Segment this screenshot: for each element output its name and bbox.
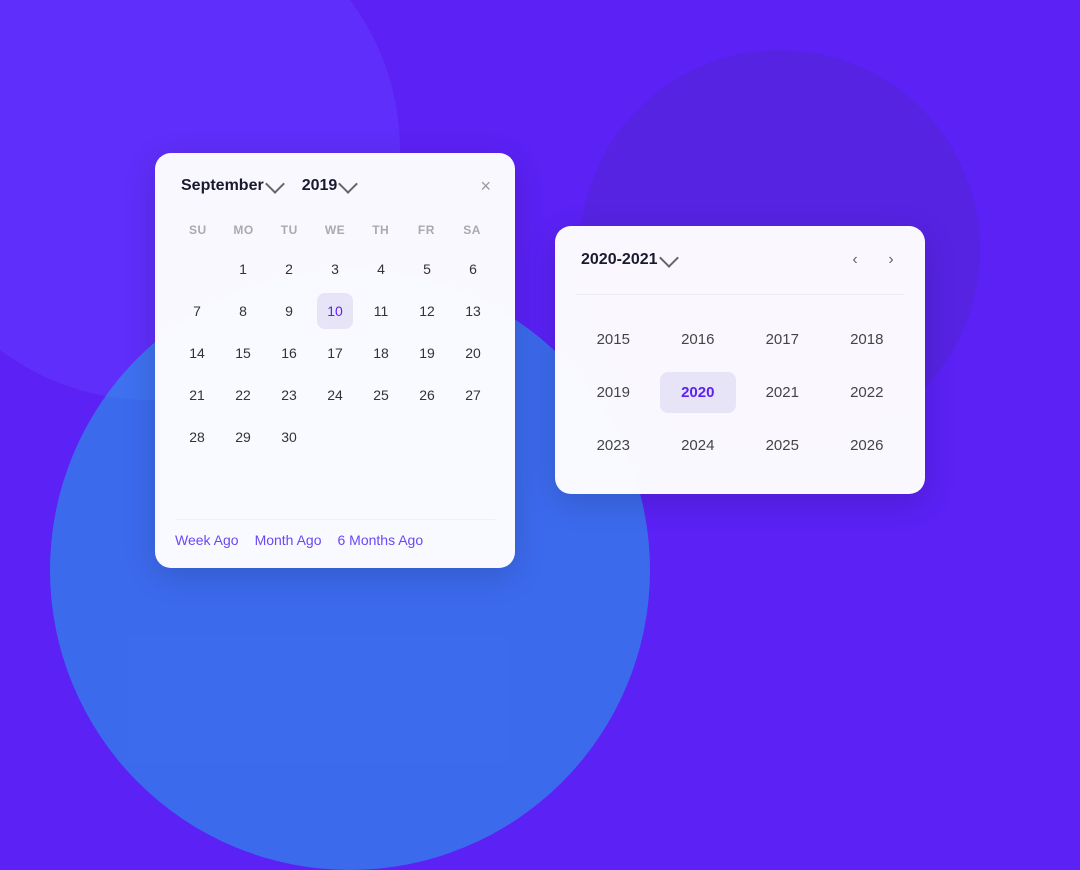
year-picker-card: 2020-2021 ‹ › 20152016201720182019202020… [555, 226, 925, 494]
year-item-2021[interactable]: 2021 [744, 372, 821, 413]
year-item-2019[interactable]: 2019 [575, 372, 652, 413]
cal-day[interactable]: 7 [179, 293, 215, 329]
year-item-2020[interactable]: 2020 [660, 372, 737, 413]
cal-day[interactable]: 28 [179, 419, 215, 455]
year-item-2025[interactable]: 2025 [744, 425, 821, 466]
year-item-2024[interactable]: 2024 [660, 425, 737, 466]
weekdays-row: SUMOTUWETHFRSA [175, 219, 495, 241]
prev-year-button[interactable]: ‹ [841, 246, 869, 274]
cal-day[interactable]: 8 [225, 293, 261, 329]
weekday-label: TU [266, 219, 312, 241]
calendar-card: September 2019 × SUMOTUWETHFRSA 12345678… [155, 153, 515, 568]
cal-day[interactable]: 27 [455, 377, 491, 413]
year-range-chevron-icon [659, 248, 679, 268]
cal-day[interactable]: 15 [225, 335, 261, 371]
quick-link-week-ago[interactable]: Week Ago [175, 532, 239, 548]
cal-day[interactable]: 11 [363, 293, 399, 329]
cal-day[interactable]: 9 [271, 293, 307, 329]
year-item-2023[interactable]: 2023 [575, 425, 652, 466]
year-item-2017[interactable]: 2017 [744, 319, 821, 360]
cal-day[interactable]: 20 [455, 335, 491, 371]
cal-day[interactable]: 4 [363, 251, 399, 287]
next-year-button[interactable]: › [877, 246, 905, 274]
quick-link-month-ago[interactable]: Month Ago [255, 532, 322, 548]
cal-day-empty [179, 461, 215, 497]
year-picker-header: 2020-2021 ‹ › [575, 246, 905, 274]
weekday-label: WE [312, 219, 358, 241]
weekday-label: SA [449, 219, 495, 241]
cal-day[interactable]: 17 [317, 335, 353, 371]
cal-day[interactable]: 5 [409, 251, 445, 287]
month-chevron-icon [265, 174, 285, 194]
cal-day[interactable]: 23 [271, 377, 307, 413]
cal-day[interactable]: 16 [271, 335, 307, 371]
year-label: 2019 [302, 177, 338, 195]
year-item-2018[interactable]: 2018 [829, 319, 906, 360]
separator [575, 294, 905, 295]
weekday-label: TH [358, 219, 404, 241]
year-selector[interactable]: 2019 [296, 173, 362, 199]
cal-day[interactable]: 12 [409, 293, 445, 329]
year-item-2016[interactable]: 2016 [660, 319, 737, 360]
cal-day[interactable]: 13 [455, 293, 491, 329]
cal-day[interactable]: 19 [409, 335, 445, 371]
calendar-header: September 2019 × [175, 173, 495, 199]
year-chevron-icon [338, 174, 358, 194]
cal-day[interactable]: 2 [271, 251, 307, 287]
year-range-selector[interactable]: 2020-2021 [575, 247, 682, 273]
cal-day-empty [409, 419, 445, 455]
cal-day[interactable]: 1 [225, 251, 261, 287]
weekday-label: SU [175, 219, 221, 241]
quick-link-6-months-ago[interactable]: 6 Months Ago [338, 532, 424, 548]
year-item-2026[interactable]: 2026 [829, 425, 906, 466]
cal-day[interactable]: 14 [179, 335, 215, 371]
year-nav-buttons: ‹ › [841, 246, 905, 274]
cal-day-empty [363, 419, 399, 455]
cal-day[interactable]: 25 [363, 377, 399, 413]
cal-day[interactable]: 26 [409, 377, 445, 413]
cal-day[interactable]: 10 [317, 293, 353, 329]
year-item-2015[interactable]: 2015 [575, 319, 652, 360]
cal-day-empty [317, 419, 353, 455]
year-item-2022[interactable]: 2022 [829, 372, 906, 413]
cal-day[interactable]: 30 [271, 419, 307, 455]
cal-day[interactable]: 29 [225, 419, 261, 455]
cal-day[interactable]: 3 [317, 251, 353, 287]
close-button[interactable]: × [476, 173, 495, 199]
weekday-label: MO [221, 219, 267, 241]
cal-day-empty [455, 419, 491, 455]
cal-day-empty [179, 251, 215, 287]
cal-day[interactable]: 22 [225, 377, 261, 413]
days-grid: 1234567891011121314151617181920212223242… [175, 249, 495, 499]
month-label: September [181, 177, 264, 195]
cal-day[interactable]: 6 [455, 251, 491, 287]
cal-day[interactable]: 18 [363, 335, 399, 371]
year-grid: 2015201620172018 2019202020212022 20232024… [575, 311, 905, 474]
cal-day[interactable]: 24 [317, 377, 353, 413]
calendar-grid: SUMOTUWETHFRSA 1234567891011121314151617… [175, 219, 495, 499]
calendar-footer: Week Ago Month Ago 6 Months Ago [175, 519, 495, 548]
cal-day[interactable]: 21 [179, 377, 215, 413]
year-range-label: 2020-2021 [581, 251, 658, 269]
month-selector[interactable]: September [175, 173, 288, 199]
weekday-label: FR [404, 219, 450, 241]
